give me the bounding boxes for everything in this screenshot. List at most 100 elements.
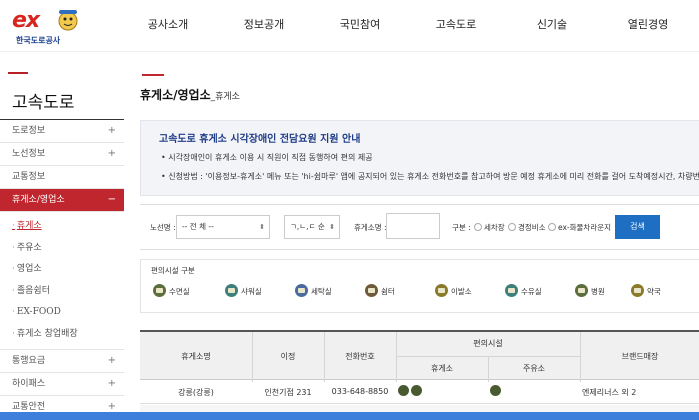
search-bar: 노선명 : -- 전 체 -- ⬍ ㄱ,ㄴ,ㄷ 순 ⬍ 휴게소명 : 구분 : … <box>140 204 699 250</box>
page-title-main: 휴게소/영업소 <box>140 88 211 102</box>
main-content: 휴게소/영업소_휴게소 고속도로 휴게소 시각장애인 전담요원 지원 안내 • … <box>140 52 699 412</box>
col-rest: 휴게소 <box>430 364 454 373</box>
updown-icon: ⬍ <box>329 223 335 231</box>
facility-icon <box>411 385 422 396</box>
sidebar-item-toll[interactable]: 통행요금 + <box>0 350 124 373</box>
sidebar-item-label: 도로정보 <box>12 126 46 136</box>
divider <box>252 332 253 382</box>
logo-mark: ex <box>12 8 40 33</box>
radio-repair[interactable]: 경정비소 <box>508 222 546 233</box>
radio-icon <box>474 223 482 231</box>
table-row[interactable]: 강릉(강릉) 인천기점 231 033-648-8850 엔제리너스 외 2 <box>140 380 699 404</box>
facility-shower[interactable]: 샤워실 <box>225 284 262 297</box>
notice-line: • 신청방법 : '이용정보-휴게소' 메뉴 또는 'hi-쉼마루' 앱에 공지… <box>161 172 699 181</box>
facility-title: 편의시설 구분 <box>151 266 195 275</box>
facility-label: 샤워실 <box>241 287 262 296</box>
facility-pharmacy[interactable]: 약국 <box>631 284 661 297</box>
facility-label: 약국 <box>647 287 661 296</box>
facility-sleep[interactable]: 수면실 <box>153 284 190 297</box>
sidebar-item-traffic-info[interactable]: 교통정보 <box>0 166 124 189</box>
order-select[interactable]: ㄱ,ㄴ,ㄷ 순 ⬍ <box>284 215 340 239</box>
nav-item-about[interactable]: 공사소개 <box>120 0 216 52</box>
route-select[interactable]: -- 전 체 -- ⬍ <box>176 215 270 239</box>
submenu-label: EX-FOOD <box>16 307 61 317</box>
main-nav: 공사소개 정보공개 국민참여 고속도로 신기술 열린경영 <box>120 0 699 52</box>
divider <box>324 332 325 382</box>
sidebar-item-rest-areas[interactable]: 휴게소/영업소 − <box>0 189 124 212</box>
logo[interactable]: ex 한국도로공사 <box>12 8 130 46</box>
submenu-item-gas-station[interactable]: · 주유소 <box>0 238 124 260</box>
facility-rest[interactable]: 쉼터 <box>365 284 395 297</box>
hospital-icon <box>575 284 588 297</box>
cell-phone: 033-648-8850 <box>331 387 389 396</box>
submenu-item-tollgate[interactable]: · 영업소 <box>0 259 124 281</box>
nav-item-technology[interactable]: 신기술 <box>504 0 600 52</box>
sidebar-item-road-info[interactable]: 도로정보 + <box>0 120 124 143</box>
rest-icon <box>365 284 378 297</box>
plus-icon: + <box>107 378 116 389</box>
sidebar-item-label: 교통안전 <box>12 402 46 412</box>
submenu-label: 휴게소 <box>16 221 42 231</box>
submenu-item-ex-food[interactable]: · EX-FOOD <box>0 302 124 324</box>
name-label: 휴게소명 : <box>354 223 387 232</box>
sidebar-item-hipass[interactable]: 하이패스 + <box>0 373 124 396</box>
type-label: 구분 : <box>452 223 471 232</box>
facility-label: 수유실 <box>521 287 542 296</box>
submenu-item-drowsy-shelter[interactable]: · 졸음쉼터 <box>0 281 124 303</box>
search-button[interactable]: 검색 <box>615 215 660 239</box>
bullet-icon: · <box>12 264 15 274</box>
cell-gas-icons <box>490 385 503 396</box>
bullet-icon: · <box>12 285 15 296</box>
radio-truck-lounge[interactable]: ex-화물차라운지 <box>548 222 611 233</box>
bullet-icon: · <box>12 328 15 339</box>
sidebar-item-label: 휴게소/영업소 <box>12 195 65 205</box>
sidebar-item-safety[interactable]: 교통안전 + <box>0 396 124 412</box>
order-select-value: ㄱ,ㄴ,ㄷ 순 <box>290 222 325 231</box>
col-phone: 전화번호 <box>345 352 375 361</box>
facility-filter: 편의시설 구분 수면실 샤워실 세탁실 쉼터 이발소 수유실 병원 약국 <box>140 259 699 313</box>
plus-icon: + <box>107 148 116 159</box>
submenu-label: 영업소 <box>16 264 42 274</box>
submenu-item-startup[interactable]: · 휴게소 창업배장 <box>0 324 124 346</box>
radio-label: 세차장 <box>484 223 505 232</box>
sidebar-item-route-info[interactable]: 노선정보 + <box>0 143 124 166</box>
plus-icon: + <box>107 355 116 366</box>
nav-item-expressway[interactable]: 고속도로 <box>408 0 504 52</box>
sidebar-item-label: 하이패스 <box>12 379 46 389</box>
facility-hospital[interactable]: 병원 <box>575 284 605 297</box>
col-name: 휴게소명 <box>181 352 211 361</box>
divider <box>396 356 580 357</box>
facility-label: 수면실 <box>169 287 190 296</box>
col-gas: 주유소 <box>522 364 546 373</box>
submenu-label: 주유소 <box>16 242 42 253</box>
sidebar-menu: 도로정보 + 노선정보 + 교통정보 휴게소/영업소 − · 휴게소 · 주유소 ·… <box>0 119 124 412</box>
page-title: 휴게소/영업소_휴게소 <box>140 86 240 103</box>
sidebar-item-label: 통행요금 <box>12 356 46 366</box>
cell-distance: 인천기점 231 <box>264 388 312 397</box>
nav-item-management[interactable]: 열린경영 <box>600 0 696 52</box>
divider <box>396 332 397 382</box>
facility-icon <box>490 385 501 396</box>
logo-text: 한국도로공사 <box>16 36 61 45</box>
facility-label: 병원 <box>591 287 605 296</box>
route-select-value: -- 전 체 -- <box>182 222 214 231</box>
cell-name: 강릉(강릉) <box>178 388 214 397</box>
col-brand: 브랜드매장 <box>621 352 659 361</box>
cell-rest-icons <box>398 385 424 396</box>
plus-icon: + <box>107 401 116 412</box>
facility-laundry[interactable]: 세탁실 <box>295 284 332 297</box>
col-facilities: 편의시설 <box>473 339 503 348</box>
facility-nursing[interactable]: 수유실 <box>505 284 542 297</box>
facility-label: 이발소 <box>451 287 472 296</box>
radio-car-wash[interactable]: 세차장 <box>474 222 505 233</box>
nav-item-disclosure[interactable]: 정보공개 <box>216 0 312 52</box>
nursing-icon <box>505 284 518 297</box>
facility-barber[interactable]: 이발소 <box>435 284 472 297</box>
rest-area-name-input[interactable] <box>386 213 440 239</box>
submenu-item-rest-area[interactable]: · 휴게소 <box>0 216 124 238</box>
notice-line: • 시각장애인이 휴게소 이용 시 직원이 직접 동행하여 편의 제공 <box>161 153 373 162</box>
sidebar-title: 고속도로 <box>12 93 75 113</box>
radio-icon <box>548 223 556 231</box>
minus-icon: − <box>107 194 116 205</box>
nav-item-participation[interactable]: 국민참여 <box>312 0 408 52</box>
